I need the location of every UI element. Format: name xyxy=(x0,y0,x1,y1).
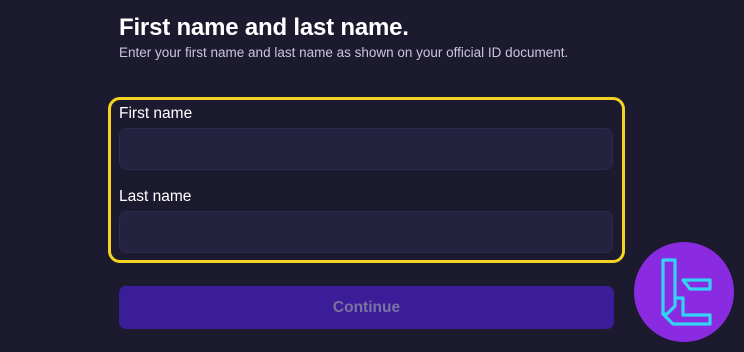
tc-brand-logo-icon xyxy=(634,242,734,342)
page-subtitle: Enter your first name and last name as s… xyxy=(119,45,569,60)
page-title: First name and last name. xyxy=(119,14,409,41)
first-name-label: First name xyxy=(119,105,193,122)
first-name-field[interactable] xyxy=(119,128,613,170)
last-name-field[interactable] xyxy=(119,211,613,253)
continue-button[interactable]: Continue xyxy=(119,286,614,329)
last-name-label: Last name xyxy=(119,188,192,205)
